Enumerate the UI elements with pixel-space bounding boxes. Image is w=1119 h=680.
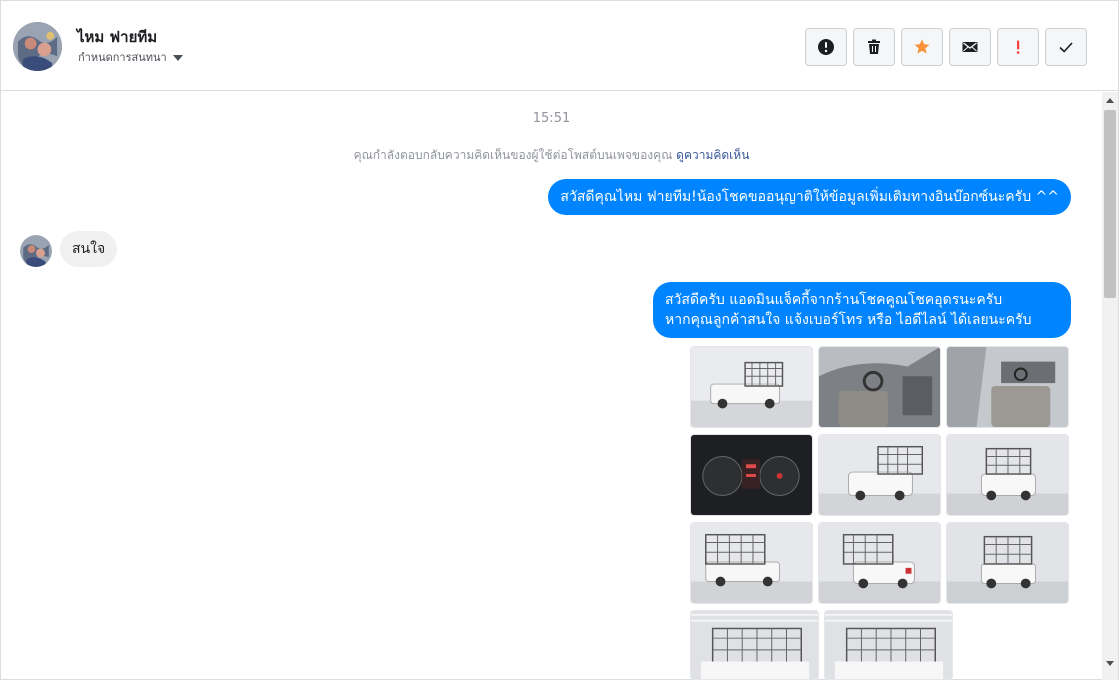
message-thread[interactable]: 15:51 คุณกำลังตอบกลับความคิดเห็นของผู้ใช… [1,92,1102,680]
attachment-photo[interactable] [690,610,819,680]
attachment-photo[interactable] [946,522,1069,604]
attachment-photo[interactable] [818,434,941,516]
conversation-settings-label: กำหนดการสนทนา [78,51,167,64]
report-button[interactable] [805,28,847,66]
star-icon [914,39,930,54]
exclamation-circle-icon [818,39,834,55]
exclamation-icon [1016,40,1020,54]
star-button[interactable] [901,28,943,66]
messenger-window: ไหม ฟายทีม กำหนดการสนทนา 15:51 คุณกำลังต… [0,0,1119,680]
attachment-photo[interactable] [690,522,813,604]
caret-down-icon [172,55,183,61]
comment-reply-notice: คุณกำลังตอบกลับความคิดเห็นของผู้ใช้ต่อโพ… [1,146,1102,165]
message-line: หากคุณลูกค้าสนใจ แจ้งเบอร์โทร หรือ ไอดีไ… [665,312,1032,328]
message-timestamp: 15:51 [532,111,571,126]
conversation-settings-dropdown[interactable]: กำหนดการสนทนา [78,48,183,66]
mark-unread-button[interactable] [949,28,991,66]
trash-icon [868,39,880,54]
notice-text: คุณกำลังตอบกลับความคิดเห็นของผู้ใช้ต่อโพ… [353,148,673,162]
delete-button[interactable] [853,28,895,66]
attachment-photo[interactable] [946,346,1069,428]
message-scrollbar[interactable] [1102,92,1118,680]
attachment-photo[interactable] [690,346,813,428]
done-button[interactable] [1045,28,1087,66]
contact-name[interactable]: ไหม ฟายทีม [77,25,157,49]
outgoing-message[interactable]: สวัสดีคุณไหม ฟายทีม!น้องโชคขออนุญาติให้ข… [548,179,1071,215]
attachment-photo[interactable] [690,434,813,516]
attachment-photo[interactable] [946,434,1069,516]
outgoing-message[interactable]: สวัสดีครับ แอดมินแจ็คกี้จากร้านโชคคูณโชค… [653,282,1071,338]
conversation-toolbar [805,28,1087,66]
conversation-header: ไหม ฟายทีม กำหนดการสนทนา [1,1,1118,91]
scroll-down-arrow-icon[interactable] [1106,661,1114,666]
sender-avatar[interactable] [20,235,52,267]
check-icon [1059,42,1073,53]
envelope-icon [962,42,978,52]
scroll-up-arrow-icon[interactable] [1106,98,1114,103]
spam-button[interactable] [997,28,1039,66]
attachment-photo[interactable] [818,346,941,428]
scrollbar-thumb[interactable] [1104,110,1116,298]
attachment-photo[interactable] [824,610,953,680]
attachment-photo[interactable] [818,522,941,604]
view-comment-link[interactable]: ดูความคิดเห็น [676,148,749,162]
contact-avatar[interactable] [13,22,62,71]
message-line: สวัสดีครับ แอดมินแจ็คกี้จากร้านโชคคูณโชค… [665,292,1003,308]
incoming-message[interactable]: สนใจ [60,231,118,267]
